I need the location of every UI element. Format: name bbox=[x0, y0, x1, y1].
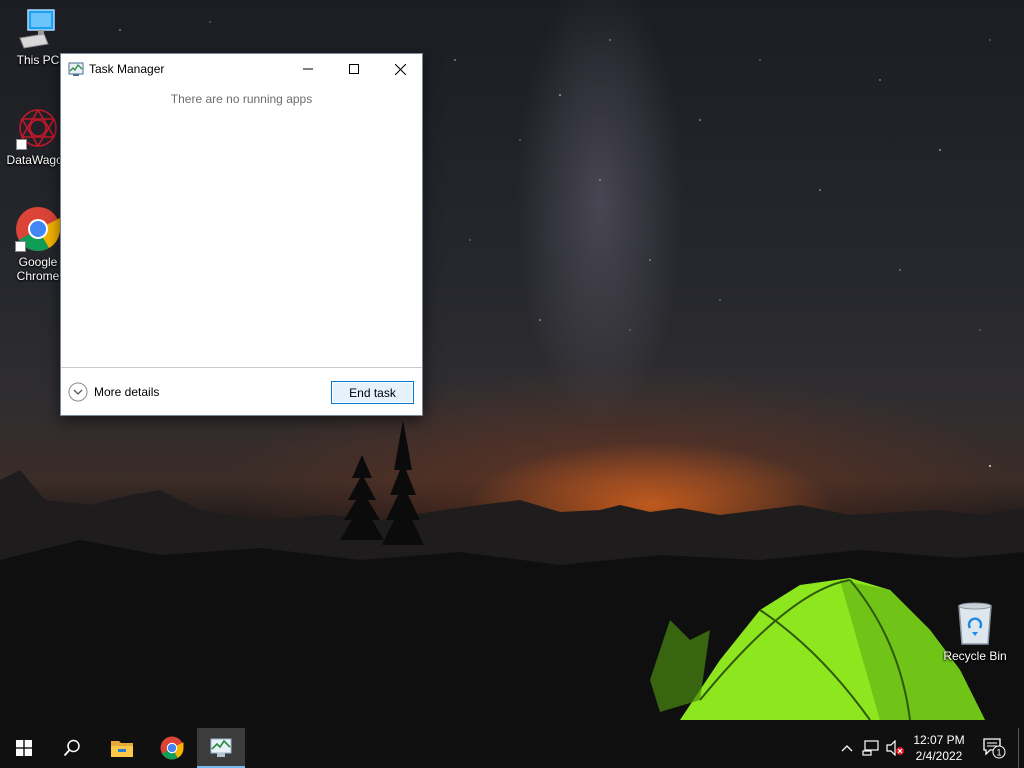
chevron-down-icon bbox=[68, 382, 88, 402]
taskbar-clock[interactable]: 12:07 PM 2/4/2022 bbox=[906, 732, 972, 764]
minimize-button[interactable] bbox=[285, 54, 331, 84]
windows-start-icon bbox=[16, 740, 32, 756]
task-manager-icon bbox=[68, 61, 84, 80]
show-desktop-button[interactable] bbox=[1018, 728, 1024, 768]
task-manager-window: Task Manager There are no running apps M… bbox=[60, 53, 423, 416]
close-button[interactable] bbox=[377, 54, 423, 84]
computer-icon bbox=[18, 8, 58, 50]
title-bar[interactable]: Task Manager bbox=[61, 54, 422, 84]
action-center-button[interactable]: 1 bbox=[980, 728, 1008, 768]
more-details-toggle[interactable]: More details bbox=[68, 382, 159, 402]
search-icon bbox=[63, 739, 80, 757]
network-button[interactable] bbox=[860, 728, 882, 768]
volume-muted-icon bbox=[886, 740, 904, 756]
window-title: Task Manager bbox=[89, 62, 165, 76]
clock-time: 12:07 PM bbox=[913, 733, 965, 747]
maximize-icon bbox=[349, 64, 359, 74]
desktop-icon-label: Recycle Bin bbox=[943, 649, 1007, 663]
notification-count: 1 bbox=[996, 748, 1001, 758]
file-explorer-icon bbox=[111, 741, 133, 757]
action-center-icon: 1 bbox=[983, 738, 1006, 759]
close-icon bbox=[394, 63, 406, 75]
shortcut-arrow-icon bbox=[15, 241, 26, 252]
shortcut-arrow-icon bbox=[16, 139, 27, 150]
taskbar: 12:07 PM 2/4/2022 1 bbox=[0, 728, 1024, 768]
taskbar-chrome[interactable] bbox=[148, 728, 196, 768]
chrome-icon bbox=[160, 736, 184, 760]
clock-date: 2/4/2022 bbox=[915, 749, 963, 763]
chrome-icon bbox=[15, 206, 61, 252]
network-icon bbox=[862, 740, 879, 756]
chevron-up-icon bbox=[841, 745, 853, 752]
start-button[interactable] bbox=[0, 728, 48, 768]
search-button[interactable] bbox=[48, 728, 96, 768]
recycle-bin-icon bbox=[955, 602, 995, 646]
maximize-button[interactable] bbox=[331, 54, 377, 84]
minimize-icon bbox=[303, 68, 313, 70]
show-hidden-icons-button[interactable] bbox=[838, 728, 856, 768]
volume-button[interactable] bbox=[884, 728, 906, 768]
taskbar-file-explorer[interactable] bbox=[98, 728, 146, 768]
task-manager-footer: More details End task bbox=[61, 367, 422, 415]
empty-apps-message: There are no running apps bbox=[170, 92, 313, 106]
desktop-icon-recycle-bin[interactable]: Recycle Bin bbox=[937, 602, 1013, 663]
task-manager-icon bbox=[210, 738, 232, 757]
taskbar-task-manager[interactable] bbox=[197, 728, 245, 768]
datawagon-logo-icon bbox=[16, 106, 60, 150]
end-task-button[interactable]: End task bbox=[331, 381, 414, 404]
more-details-label: More details bbox=[94, 385, 160, 399]
